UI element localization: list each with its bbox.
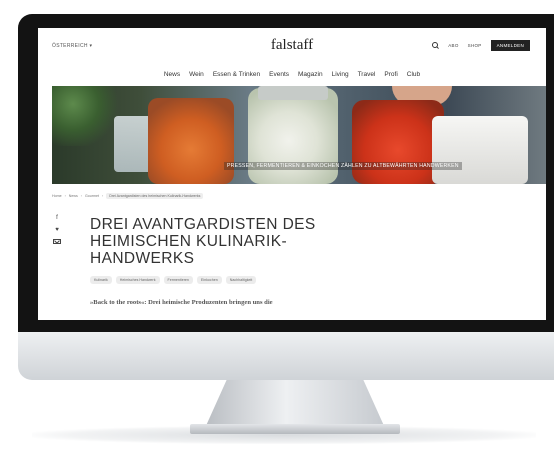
tag-item[interactable]: Heimisches Handwerk	[115, 276, 160, 284]
breadcrumb-separator: ›	[101, 194, 104, 198]
tag-item[interactable]: Fermentieren	[163, 276, 193, 284]
breadcrumb-home[interactable]: Home	[52, 194, 62, 198]
abo-link[interactable]: ABO	[448, 43, 458, 48]
breadcrumb-gourmet[interactable]: Gourmet	[85, 194, 99, 198]
nav-item-events[interactable]: Events	[269, 71, 289, 78]
top-bar: ÖSTERREICH ▾ falstaff ABO SHOP ANMELDEN	[38, 28, 546, 62]
hero-jar-orange	[148, 98, 234, 184]
breadcrumb-current: Drei Avantgardisten des heimischen Kulin…	[106, 193, 204, 199]
nav-item-club[interactable]: Club	[407, 71, 420, 78]
tag-item[interactable]: Kulinarik	[90, 276, 112, 284]
login-button[interactable]: ANMELDEN	[490, 40, 530, 51]
nav-item-travel[interactable]: Travel	[358, 71, 376, 78]
breadcrumb-news[interactable]: News	[69, 194, 78, 198]
hero-jar-red	[352, 100, 444, 184]
shop-link[interactable]: SHOP	[468, 43, 482, 48]
hero-plant	[52, 86, 122, 146]
breadcrumb-separator: ›	[64, 194, 66, 198]
mail-icon[interactable]	[53, 239, 61, 244]
monitor-stand	[205, 380, 385, 428]
nav-item-news[interactable]: News	[164, 71, 180, 78]
main-navigation: News Wein Essen & Trinken Events Magazin…	[38, 71, 546, 78]
hero-caption: PRESSEN, FERMENTIEREN & EINKOCHEN ZÄHLEN…	[224, 162, 462, 170]
nav-item-wein[interactable]: Wein	[189, 71, 204, 78]
breadcrumb: Home › News › Gourmet › Drei Avantgardis…	[52, 193, 204, 199]
screen: ÖSTERREICH ▾ falstaff ABO SHOP ANMELDEN …	[38, 28, 546, 320]
facebook-icon[interactable]: f	[53, 215, 61, 221]
article-lead: »Back to the roots«: Drei heimische Prod…	[90, 299, 273, 306]
nav-item-magazin[interactable]: Magazin	[298, 71, 323, 78]
breadcrumb-separator: ›	[80, 194, 82, 198]
hero-cloth	[432, 116, 528, 184]
search-icon[interactable]	[432, 42, 439, 49]
hero-image: PRESSEN, FERMENTIEREN & EINKOCHEN ZÄHLEN…	[52, 86, 546, 184]
nav-item-living[interactable]: Living	[332, 71, 349, 78]
tag-item[interactable]: Einkochen	[196, 276, 222, 284]
hero-glass	[114, 116, 152, 172]
monitor-foot	[190, 424, 400, 434]
share-bar: f ♥	[53, 215, 61, 244]
twitter-icon[interactable]: ♥	[53, 227, 61, 233]
nav-item-essen-trinken[interactable]: Essen & Trinken	[213, 71, 260, 78]
monitor-chin	[18, 332, 554, 380]
nav-item-profi[interactable]: Profi	[384, 71, 397, 78]
screen-fade	[38, 308, 546, 320]
article-headline: DREI AVANTGARDISTEN DES HEIMISCHEN KULIN…	[90, 216, 316, 267]
tag-list: Kulinarik Heimisches Handwerk Fermentier…	[90, 276, 257, 284]
tag-item[interactable]: Nachhaltigkeit	[225, 276, 257, 284]
top-right-actions: ABO SHOP ANMELDEN	[432, 40, 530, 51]
